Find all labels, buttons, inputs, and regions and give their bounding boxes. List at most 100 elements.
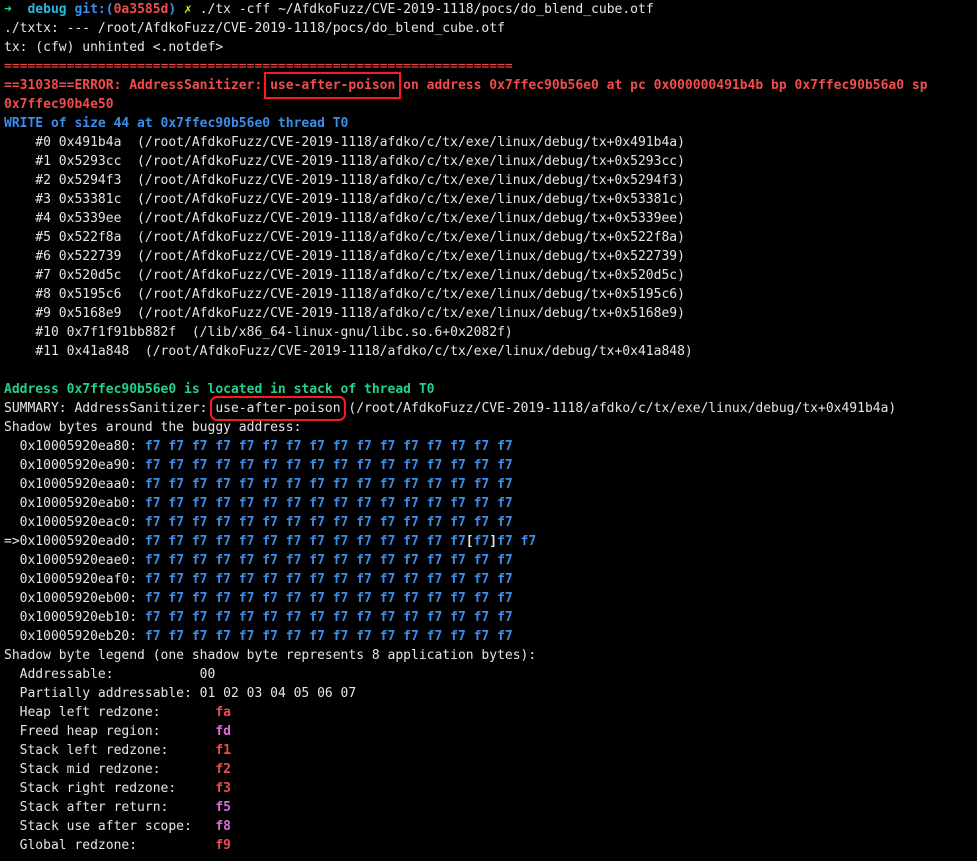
shadow-address: 0x10005920eaf0: bbox=[4, 572, 145, 587]
shadow-bytes: f7 f7 f7 f7 f7 f7 f7 f7 f7 f7 f7 f7 f7 f… bbox=[144, 439, 513, 454]
shadow-address: 0x10005920eb00: bbox=[4, 591, 145, 606]
shadow-address: 0x10005920eac0: bbox=[4, 515, 145, 530]
legend-item: Stack left redzone: f1 bbox=[4, 741, 977, 760]
stack-frame: #0 0x491b4a (/root/AfdkoFuzz/CVE-2019-11… bbox=[4, 135, 685, 150]
prompt-git-close: ) bbox=[168, 2, 177, 17]
legend-value: 00 bbox=[199, 667, 216, 682]
shadow-row-buggy: =>0x10005920ead0: f7 f7 f7 f7 f7 f7 f7 f… bbox=[4, 532, 977, 551]
legend-item: Stack after return: f5 bbox=[4, 798, 977, 817]
error-type-highlight: use-after-poison bbox=[264, 72, 402, 99]
shadow-address: 0x10005920eb20: bbox=[4, 629, 145, 644]
legend-value: f5 bbox=[215, 800, 231, 815]
shadow-bytes: f7 f7 bbox=[497, 534, 537, 549]
shadow-address: 0x10005920ea90: bbox=[4, 458, 145, 473]
output-line: tx: (cfw) unhinted <.notdef> bbox=[4, 40, 224, 55]
legend-item: Heap left redzone: fa bbox=[4, 703, 977, 722]
shadow-bytes: f7 f7 f7 f7 f7 f7 f7 f7 f7 f7 f7 f7 f7 f… bbox=[144, 572, 513, 587]
shadow-bytes: f7 f7 f7 f7 f7 f7 f7 f7 f7 f7 f7 f7 f7 f… bbox=[144, 515, 513, 530]
legend-value: f8 bbox=[215, 819, 231, 834]
legend-label: Addressable: bbox=[4, 667, 200, 682]
legend-value: f3 bbox=[215, 781, 231, 796]
shadow-address: 0x10005920eab0: bbox=[4, 496, 145, 511]
shadow-row: 0x10005920eb20: f7 f7 f7 f7 f7 f7 f7 f7 … bbox=[4, 627, 977, 646]
legend-header: Shadow byte legend (one shadow byte repr… bbox=[4, 648, 537, 663]
shadow-bytes: f7 f7 f7 f7 f7 f7 f7 f7 f7 f7 f7 f7 f7 f… bbox=[144, 496, 513, 511]
legend-label: Stack use after scope: bbox=[4, 819, 216, 834]
shadow-row: 0x10005920eaa0: f7 f7 f7 f7 f7 f7 f7 f7 … bbox=[4, 475, 977, 494]
shadow-byte-prev: f7 bbox=[450, 534, 466, 549]
shadow-row: 0x10005920eaf0: f7 f7 f7 f7 f7 f7 f7 f7 … bbox=[4, 570, 977, 589]
shadow-row: 0x10005920eb00: f7 f7 f7 f7 f7 f7 f7 f7 … bbox=[4, 589, 977, 608]
stack-trace: #0 0x491b4a (/root/AfdkoFuzz/CVE-2019-11… bbox=[4, 133, 977, 361]
stack-frame: #5 0x522f8a (/root/AfdkoFuzz/CVE-2019-11… bbox=[4, 230, 685, 245]
stack-frame: #8 0x5195c6 (/root/AfdkoFuzz/CVE-2019-11… bbox=[4, 287, 685, 302]
shadow-row: 0x10005920ea90: f7 f7 f7 f7 f7 f7 f7 f7 … bbox=[4, 456, 977, 475]
legend-label: Heap left redzone: bbox=[4, 705, 216, 720]
error-line: ==31038==ERROR: AddressSanitizer: use-af… bbox=[4, 72, 977, 114]
shadow-bytes: f7 f7 f7 f7 f7 f7 f7 f7 f7 f7 f7 f7 f7 f… bbox=[144, 477, 513, 492]
error-prefix: ==31038==ERROR: AddressSanitizer: bbox=[4, 78, 271, 93]
summary-line: SUMMARY: AddressSanitizer: use-after-poi… bbox=[4, 396, 977, 421]
shadow-address: =>0x10005920ead0: bbox=[4, 534, 145, 549]
shadow-row: 0x10005920ea80: f7 f7 f7 f7 f7 f7 f7 f7 … bbox=[4, 437, 977, 456]
legend-item: Stack right redzone: f3 bbox=[4, 779, 977, 798]
legend-value: 01 02 03 04 05 06 07 bbox=[199, 686, 357, 701]
terminal-window[interactable]: ➜ debug git:(0a3585d) ✗ ./tx -cff ~/Afdk… bbox=[0, 0, 977, 861]
legend-value: f9 bbox=[215, 838, 231, 853]
legend-item: Freed heap region: fd bbox=[4, 722, 977, 741]
stack-frame: #1 0x5293cc (/root/AfdkoFuzz/CVE-2019-11… bbox=[4, 154, 685, 169]
legend-label: Stack mid redzone: bbox=[4, 762, 216, 777]
legend-value: fa bbox=[215, 705, 231, 720]
legend-value: f2 bbox=[215, 762, 231, 777]
shadow-byte-buggy: f7 bbox=[473, 534, 490, 549]
shadow-bracket-open: [ bbox=[465, 534, 474, 549]
shadow-address: 0x10005920eae0: bbox=[4, 553, 145, 568]
separator-line: ========================================… bbox=[4, 59, 513, 74]
shadow-bytes: f7 f7 f7 f7 f7 f7 f7 f7 f7 f7 f7 f7 f7 f… bbox=[144, 610, 513, 625]
shadow-bytes: f7 f7 f7 f7 f7 f7 f7 f7 f7 f7 f7 f7 f7 f… bbox=[144, 629, 513, 644]
stack-frame: #3 0x53381c (/root/AfdkoFuzz/CVE-2019-11… bbox=[4, 192, 685, 207]
legend-item: Stack use after scope: f8 bbox=[4, 817, 977, 836]
legend-label: Stack right redzone: bbox=[4, 781, 216, 796]
legend-label: Partially addressable: bbox=[4, 686, 200, 701]
shadow-bytes: f7 f7 f7 f7 f7 f7 f7 f7 f7 f7 f7 f7 f7 f… bbox=[144, 458, 513, 473]
shadow-bytes-table: 0x10005920ea80: f7 f7 f7 f7 f7 f7 f7 f7 … bbox=[4, 437, 977, 646]
stack-frame: #9 0x5168e9 (/root/AfdkoFuzz/CVE-2019-11… bbox=[4, 306, 685, 321]
shadow-row: 0x10005920eab0: f7 f7 f7 f7 f7 f7 f7 f7 … bbox=[4, 494, 977, 513]
located-line: Address 0x7ffec90b56e0 is located in sta… bbox=[4, 382, 435, 397]
shadow-legend: Addressable: 00 Partially addressable: 0… bbox=[4, 665, 977, 855]
stack-frame: #7 0x520d5c (/root/AfdkoFuzz/CVE-2019-11… bbox=[4, 268, 685, 283]
legend-item: Addressable: 00 bbox=[4, 665, 977, 684]
legend-value: fd bbox=[215, 724, 231, 739]
prompt-git-label: git:( bbox=[74, 2, 114, 17]
shadow-row: 0x10005920eac0: f7 f7 f7 f7 f7 f7 f7 f7 … bbox=[4, 513, 977, 532]
stack-frame: #4 0x5339ee (/root/AfdkoFuzz/CVE-2019-11… bbox=[4, 211, 685, 226]
shadow-header: Shadow bytes around the buggy address: bbox=[4, 420, 302, 435]
summary-suffix: (/root/AfdkoFuzz/CVE-2019-1118/afdko/c/t… bbox=[340, 401, 897, 416]
command-text: ./tx -cff ~/AfdkoFuzz/CVE-2019-1118/pocs… bbox=[199, 2, 654, 17]
prompt-arrow-icon: ➜ bbox=[4, 2, 12, 17]
prompt-line: ➜ debug git:(0a3585d) ✗ ./tx -cff ~/Afdk… bbox=[4, 0, 977, 19]
prompt-git-hash: 0a3585d bbox=[113, 2, 169, 17]
shadow-row: 0x10005920eae0: f7 f7 f7 f7 f7 f7 f7 f7 … bbox=[4, 551, 977, 570]
dirty-marker-icon: ✗ bbox=[184, 2, 192, 17]
shadow-address: 0x10005920ea80: bbox=[4, 439, 145, 454]
legend-value: f1 bbox=[215, 743, 231, 758]
write-line: WRITE of size 44 at 0x7ffec90b56e0 threa… bbox=[4, 116, 349, 131]
shadow-address: 0x10005920eb10: bbox=[4, 610, 145, 625]
legend-label: Freed heap region: bbox=[4, 724, 216, 739]
legend-label: Global redzone: bbox=[4, 838, 216, 853]
prompt-directory: debug bbox=[27, 2, 67, 17]
shadow-bytes: f7 f7 f7 f7 f7 f7 f7 f7 f7 f7 f7 f7 f7 bbox=[144, 534, 443, 549]
legend-item: Global redzone: f9 bbox=[4, 836, 977, 855]
stack-frame: #6 0x522739 (/root/AfdkoFuzz/CVE-2019-11… bbox=[4, 249, 685, 264]
summary-prefix: SUMMARY: AddressSanitizer: bbox=[4, 401, 216, 416]
shadow-row: 0x10005920eb10: f7 f7 f7 f7 f7 f7 f7 f7 … bbox=[4, 608, 977, 627]
shadow-address: 0x10005920eaa0: bbox=[4, 477, 145, 492]
legend-label: Stack after return: bbox=[4, 800, 216, 815]
legend-label: Stack left redzone: bbox=[4, 743, 216, 758]
output-line: ./txtx: --- /root/AfdkoFuzz/CVE-2019-111… bbox=[4, 21, 505, 36]
legend-item: Stack mid redzone: f2 bbox=[4, 760, 977, 779]
stack-frame: #10 0x7f1f91bb882f (/lib/x86_64-linux-gn… bbox=[4, 325, 513, 340]
